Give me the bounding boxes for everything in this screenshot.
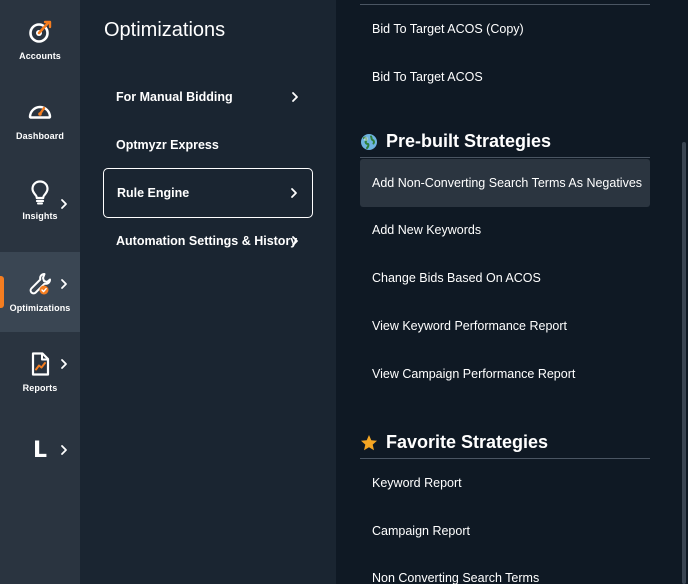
strategy-item[interactable]: Bid To Target ACOS (360, 53, 650, 101)
chevron-right-icon (61, 445, 67, 455)
scrollbar[interactable] (682, 142, 686, 584)
strategy-item[interactable]: View Campaign Performance Report (360, 350, 650, 398)
strategy-label: View Keyword Performance Report (372, 319, 567, 333)
strategy-label: Bid To Target ACOS (Copy) (372, 22, 524, 36)
report-icon (31, 352, 50, 376)
strategy-item[interactable]: Add New Keywords (360, 206, 650, 254)
panel-item-label: For Manual Bidding (116, 90, 233, 104)
rail-label-reports: Reports (22, 383, 58, 393)
rail-item-reports[interactable]: Reports (0, 332, 80, 412)
rail-label-insights: Insights (22, 211, 58, 221)
panel-item-optmyzr-express[interactable]: Optmyzr Express (103, 120, 313, 170)
strategy-label: Change Bids Based On ACOS (372, 271, 541, 285)
strategy-item[interactable]: Add Non-Converting Search Terms As Negat… (360, 159, 650, 207)
globe-icon (361, 133, 377, 150)
panel-item-rule-engine[interactable]: Rule Engine (103, 168, 313, 218)
icon-rail: Accounts Dashboard Insights Optimization… (0, 0, 80, 584)
rail-item-accounts[interactable]: Accounts (0, 0, 80, 80)
target-icon (29, 20, 52, 43)
prebuilt-strategies-header: Pre-built Strategies (360, 126, 650, 158)
panel-item-label: Rule Engine (117, 186, 190, 200)
rail-item-insights[interactable]: Insights (0, 160, 80, 240)
rail-label-dashboard: Dashboard (16, 131, 64, 141)
panel-item-label: Automation Settings & History (116, 234, 298, 248)
panel-item-label: Optmyzr Express (116, 138, 219, 152)
panel-item-for-manual-bidding[interactable]: For Manual Bidding (103, 72, 313, 122)
strategy-label: View Campaign Performance Report (372, 367, 576, 381)
rail-item-optimizations[interactable]: Optimizations (0, 252, 80, 332)
strategy-label: Keyword Report (372, 476, 462, 490)
strategy-item[interactable]: Campaign Report (360, 507, 650, 555)
app-root: Accounts Dashboard Insights Optimization… (0, 0, 688, 584)
section-title: Favorite Strategies (386, 432, 549, 452)
rail-item-account-menu[interactable]: L (0, 410, 80, 490)
strategy-label: Non Converting Search Terms (372, 571, 540, 584)
strategy-item[interactable]: Bid To Target ACOS (Copy) (360, 5, 650, 53)
favorite-strategies-header: Favorite Strategies (360, 427, 650, 459)
chevron-right-icon (291, 188, 297, 198)
chevron-right-icon (61, 279, 67, 289)
strategy-item[interactable]: Non Converting Search Terms (360, 554, 650, 584)
panel-title: Optimizations (104, 19, 226, 41)
lightbulb-icon (31, 180, 49, 205)
chevron-right-icon (292, 92, 298, 102)
chevron-right-icon (61, 359, 67, 369)
panel-item-automation-settings[interactable]: Automation Settings & History (103, 216, 313, 266)
chevron-right-icon (292, 236, 298, 246)
speedometer-icon (28, 105, 52, 119)
rail-label-optimizations: Optimizations (9, 303, 71, 313)
rule-engine-content: Bid To Target ACOS (Copy) Bid To Target … (336, 0, 688, 584)
chevron-right-icon (61, 199, 67, 209)
strategy-label: Add New Keywords (372, 223, 482, 237)
strategy-item[interactable]: Change Bids Based On ACOS (360, 254, 650, 302)
rail-item-dashboard[interactable]: Dashboard (0, 80, 80, 160)
strategy-item[interactable]: Keyword Report (360, 459, 650, 507)
strategy-item[interactable]: View Keyword Performance Report (360, 302, 650, 350)
strategy-label: Bid To Target ACOS (372, 70, 483, 84)
optimizations-panel: Optimizations For Manual Bidding Optmyzr… (80, 0, 336, 584)
wrench-icon (29, 273, 51, 295)
strategy-label: Add Non-Converting Search Terms As Negat… (372, 176, 643, 190)
rail-label-accounts: Accounts (19, 51, 61, 61)
section-title: Pre-built Strategies (386, 131, 552, 151)
star-icon (361, 434, 377, 450)
strategy-label: Campaign Report (372, 524, 470, 538)
account-initial-avatar: L (32, 437, 48, 463)
